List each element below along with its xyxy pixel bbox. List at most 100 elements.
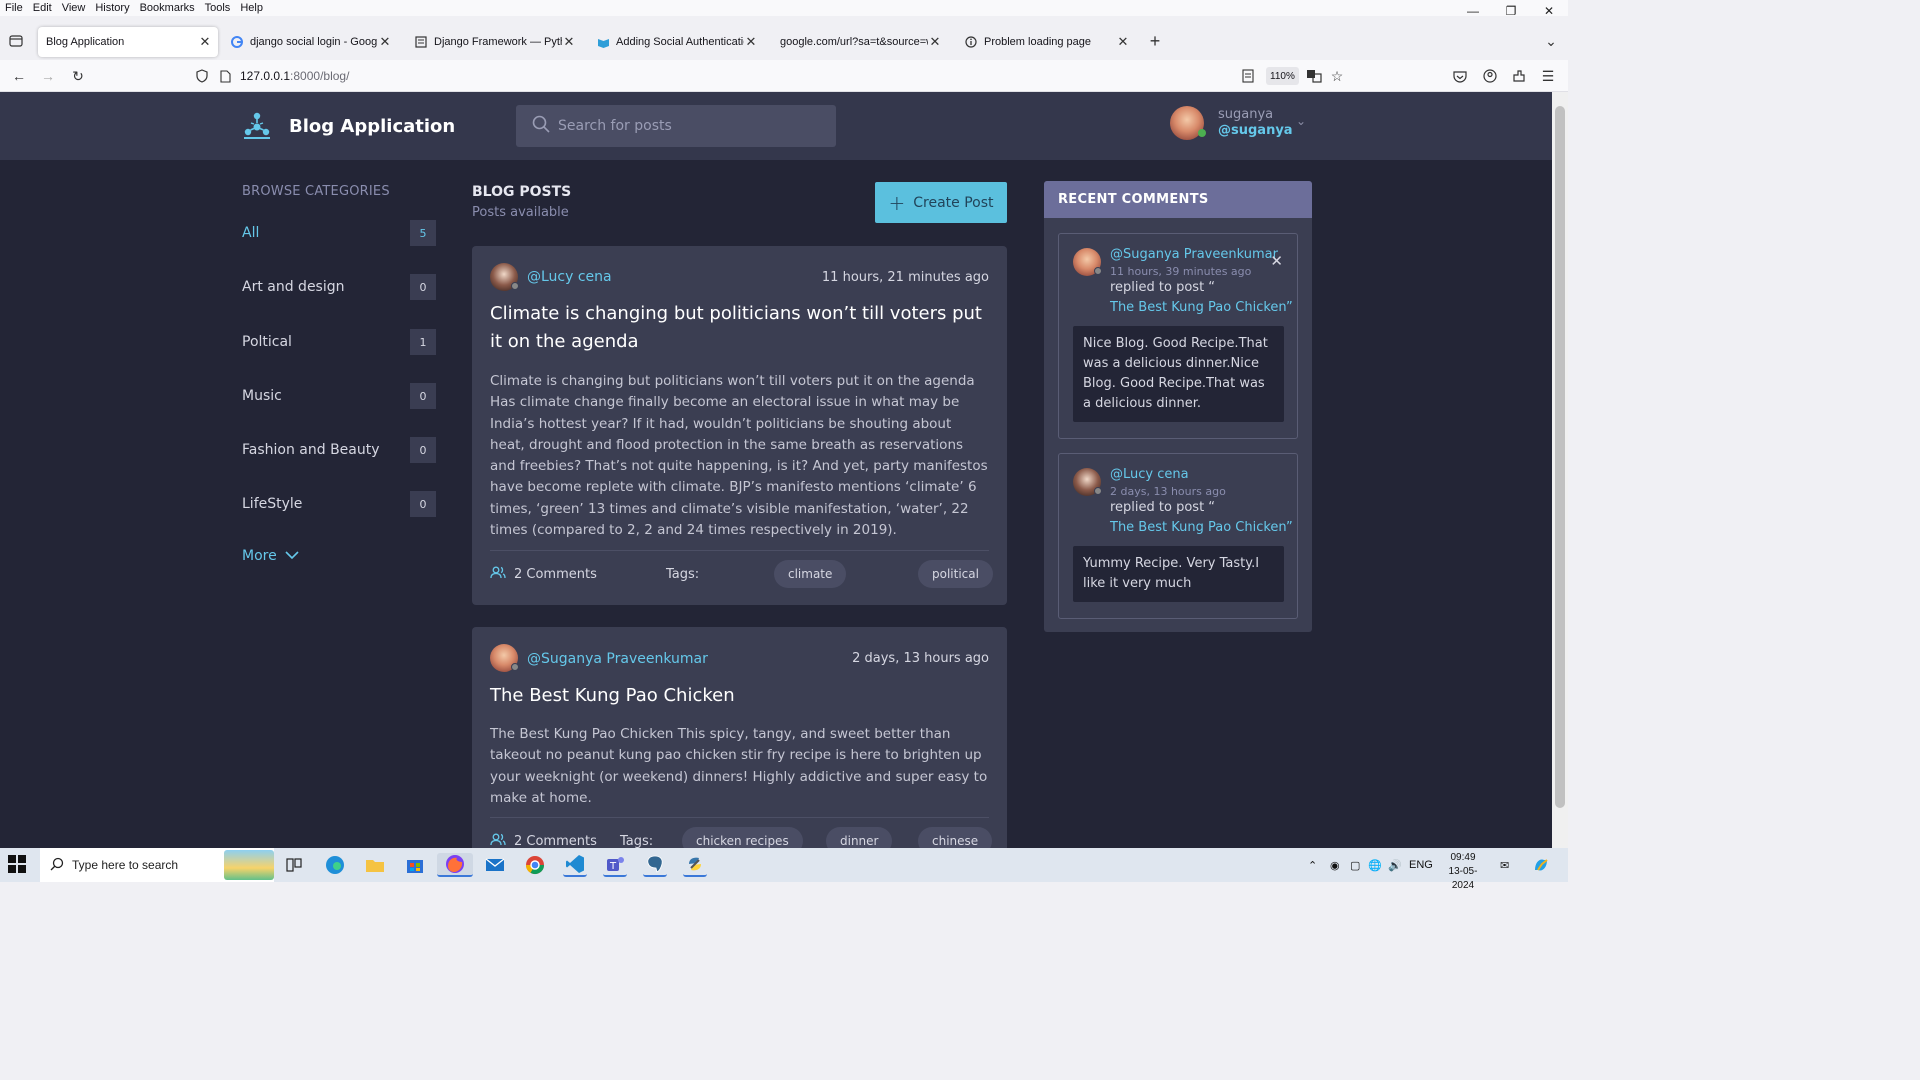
category-fashion-and-beauty[interactable]: Fashion and Beauty 0 bbox=[242, 437, 436, 463]
tab-adding-social-auth[interactable]: Adding Social Authentication to ✕ bbox=[588, 27, 764, 57]
post-comments-link[interactable]: 2 Comments bbox=[490, 566, 597, 583]
comment-post-link[interactable]: The Best Kung Pao Chicken” bbox=[1110, 520, 1293, 535]
post-author[interactable]: @Suganya Praveenkumar bbox=[527, 651, 708, 667]
tab-google-url[interactable]: google.com/url?sa=t&source=web ✕ bbox=[772, 27, 948, 57]
search-icon bbox=[532, 115, 550, 137]
chevron-down-icon[interactable]: ⌄ bbox=[1296, 114, 1306, 128]
reader-view-icon[interactable] bbox=[1238, 66, 1258, 86]
firefox-icon[interactable] bbox=[437, 853, 473, 877]
menu-help[interactable]: Help bbox=[235, 2, 268, 14]
close-tab-icon[interactable]: ✕ bbox=[1116, 34, 1130, 50]
comment-author[interactable]: @Lucy cena bbox=[1110, 467, 1189, 482]
category-music[interactable]: Music 0 bbox=[242, 383, 436, 409]
close-tab-icon[interactable]: ✕ bbox=[744, 34, 758, 50]
volume-icon[interactable]: 🔊 bbox=[1388, 848, 1402, 882]
more-categories-button[interactable]: More bbox=[242, 548, 299, 564]
account-icon[interactable] bbox=[1480, 66, 1500, 86]
menu-view[interactable]: View bbox=[57, 2, 91, 14]
menu-history[interactable]: History bbox=[90, 2, 134, 14]
restore-icon[interactable]: ❐ bbox=[1492, 0, 1530, 22]
chrome-icon[interactable] bbox=[523, 853, 547, 877]
reload-icon[interactable]: ↻ bbox=[68, 66, 88, 86]
scrollbar-thumb[interactable] bbox=[1555, 106, 1565, 808]
copilot-icon[interactable] bbox=[1532, 848, 1550, 882]
tab-overview-icon[interactable] bbox=[6, 31, 26, 51]
postgresql-icon[interactable] bbox=[643, 853, 667, 877]
category-poltical[interactable]: Poltical 1 bbox=[242, 329, 436, 355]
close-tab-icon[interactable]: ✕ bbox=[928, 34, 942, 50]
page-info-icon[interactable] bbox=[215, 66, 235, 86]
replied-text: replied to post “ bbox=[1110, 280, 1216, 295]
post-author[interactable]: @Lucy cena bbox=[527, 269, 612, 285]
post-title[interactable]: The Best Kung Pao Chicken bbox=[490, 682, 989, 710]
close-icon[interactable]: ✕ bbox=[1270, 252, 1283, 270]
category-label: All bbox=[242, 225, 260, 241]
search-input[interactable] bbox=[558, 118, 808, 134]
device-icon[interactable]: ▢ bbox=[1350, 848, 1360, 882]
list-tabs-icon[interactable]: ⌄ bbox=[1541, 31, 1561, 51]
tag-political[interactable]: political bbox=[918, 560, 993, 588]
user-name: suganya bbox=[1218, 107, 1274, 122]
teams-icon[interactable]: T bbox=[603, 853, 627, 877]
zoom-level[interactable]: 110% bbox=[1266, 67, 1299, 85]
tab-django-social-login[interactable]: django social login - Google Se ✕ bbox=[222, 27, 398, 57]
menu-tools[interactable]: Tools bbox=[200, 2, 236, 14]
hamburger-menu-icon[interactable]: ☰ bbox=[1538, 66, 1558, 86]
shield-icon[interactable] bbox=[192, 66, 212, 86]
site-title[interactable]: Blog Application bbox=[289, 116, 455, 137]
tab-problem-loading[interactable]: Problem loading page ✕ bbox=[956, 27, 1136, 57]
windows-start-icon[interactable] bbox=[8, 855, 28, 875]
translate-icon[interactable] bbox=[1304, 66, 1324, 86]
clock[interactable]: 09:49 13-05-2024 bbox=[1438, 851, 1488, 893]
task-view-icon[interactable] bbox=[282, 853, 306, 877]
extensions-icon[interactable] bbox=[1509, 66, 1529, 86]
minimize-icon[interactable]: — bbox=[1454, 0, 1492, 22]
python-idle-icon[interactable] bbox=[683, 853, 707, 877]
notifications-icon[interactable]: ✉ bbox=[1500, 848, 1509, 882]
search-bar[interactable] bbox=[516, 105, 836, 147]
forward-icon[interactable]: → bbox=[38, 66, 58, 86]
close-tab-icon[interactable]: ✕ bbox=[198, 34, 212, 50]
language-indicator[interactable]: ENG bbox=[1409, 848, 1433, 882]
category-lifestyle[interactable]: LifeStyle 0 bbox=[242, 491, 436, 517]
tab-blog-application[interactable]: Blog Application ✕ bbox=[38, 27, 218, 57]
show-hidden-icons[interactable]: ⌃ bbox=[1308, 848, 1317, 882]
tag-chinese[interactable]: chinese bbox=[918, 827, 993, 848]
close-window-icon[interactable]: ✕ bbox=[1530, 0, 1568, 22]
back-icon[interactable]: ← bbox=[9, 66, 29, 86]
mail-icon[interactable] bbox=[483, 853, 507, 877]
post-time: 2 days, 13 hours ago bbox=[852, 651, 989, 666]
vscode-icon[interactable] bbox=[563, 853, 587, 877]
category-art-and-design[interactable]: Art and design 0 bbox=[242, 274, 436, 300]
tag-chicken-recipes[interactable]: chicken recipes bbox=[682, 827, 803, 848]
close-tab-icon[interactable]: ✕ bbox=[562, 34, 576, 50]
tab-django-framework[interactable]: Django Framework — Python S ✕ bbox=[406, 27, 582, 57]
post-comments-link[interactable]: 2 Comments bbox=[490, 833, 597, 848]
post-title[interactable]: Climate is changing but politicians won’… bbox=[490, 300, 989, 356]
menu-bookmarks[interactable]: Bookmarks bbox=[135, 2, 200, 14]
store-icon[interactable] bbox=[403, 853, 427, 877]
tag-dinner[interactable]: dinner bbox=[826, 827, 893, 848]
menu-file[interactable]: File bbox=[0, 2, 28, 14]
status-dot bbox=[511, 282, 519, 290]
network-icon[interactable]: 🌐 bbox=[1368, 848, 1382, 882]
location-icon[interactable]: ◉ bbox=[1330, 848, 1340, 882]
category-all[interactable]: All 5 bbox=[242, 220, 436, 246]
logo-icon[interactable] bbox=[242, 112, 272, 144]
tag-climate[interactable]: climate bbox=[774, 560, 847, 588]
edge-icon[interactable] bbox=[323, 853, 347, 877]
menu-edit[interactable]: Edit bbox=[28, 2, 57, 14]
new-tab-icon[interactable]: + bbox=[1145, 31, 1165, 51]
file-explorer-icon[interactable] bbox=[363, 853, 387, 877]
search-icon bbox=[50, 857, 64, 874]
comment-post-link[interactable]: The Best Kung Pao Chicken” bbox=[1110, 300, 1293, 315]
taskbar-search[interactable]: Type here to search bbox=[40, 848, 274, 882]
comment-author[interactable]: @Suganya Praveenkumar bbox=[1110, 247, 1278, 262]
create-post-button[interactable]: + Create Post bbox=[875, 182, 1007, 223]
pocket-icon[interactable] bbox=[1450, 66, 1470, 86]
close-tab-icon[interactable]: ✕ bbox=[378, 34, 392, 50]
user-handle[interactable]: @suganya bbox=[1218, 123, 1293, 138]
bookmark-star-icon[interactable]: ☆ bbox=[1327, 66, 1347, 86]
page-scrollbar[interactable] bbox=[1552, 92, 1568, 848]
url-field[interactable]: 127.0.0.1:8000/blog/ bbox=[240, 64, 1140, 88]
